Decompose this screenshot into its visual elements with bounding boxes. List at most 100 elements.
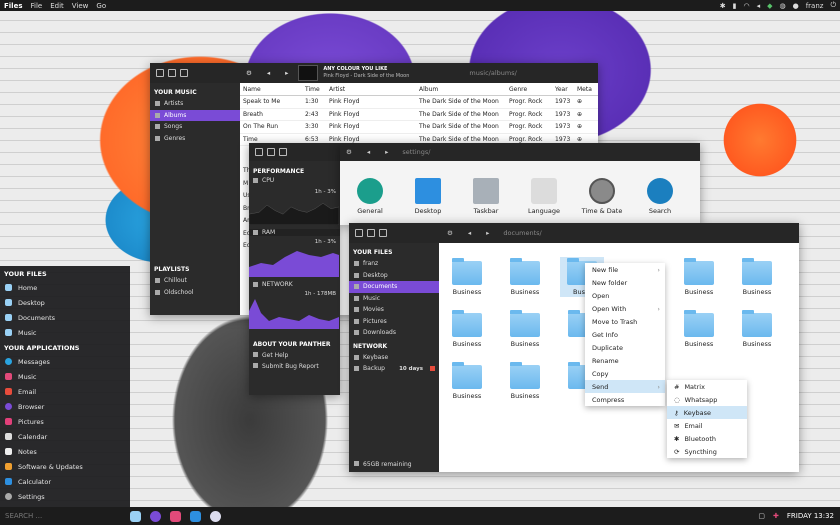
menu-get-info[interactable]: Get Info	[585, 328, 665, 341]
menu-item-software[interactable]: Software & Updates	[0, 459, 130, 474]
maximize-icon[interactable]	[379, 229, 387, 237]
settings-language[interactable]: Language	[516, 178, 572, 215]
browser-taskbar-icon[interactable]	[150, 510, 161, 522]
monitor-taskbar-icon[interactable]	[190, 510, 201, 522]
maximize-icon[interactable]	[180, 69, 188, 77]
sidebar-item-documents[interactable]: Documents	[349, 281, 439, 293]
menu-item-music[interactable]: Music	[0, 325, 130, 340]
sidebar-item-franz[interactable]: franz	[349, 258, 439, 270]
back-icon[interactable]: ◂	[367, 148, 370, 156]
col-time[interactable]: Time	[302, 83, 326, 96]
sidebar-item-songs[interactable]: Songs	[150, 121, 240, 133]
settings-gear-icon[interactable]: ⚙	[246, 69, 252, 77]
flag-icon[interactable]: ✚	[773, 512, 779, 520]
minimize-icon[interactable]	[367, 229, 375, 237]
sidebar-item-music[interactable]: Music	[349, 293, 439, 305]
battery-icon[interactable]: ▮	[733, 2, 737, 10]
clock[interactable]: FRIDAY 13:32	[787, 512, 834, 520]
col-album[interactable]: Album	[416, 83, 506, 96]
settings-taskbar[interactable]: Taskbar	[458, 178, 514, 215]
menu-send[interactable]: Send ›	[585, 380, 665, 393]
forward-icon[interactable]: ▸	[486, 229, 489, 237]
col-genre[interactable]: Genre	[506, 83, 552, 96]
playlist-chillout[interactable]: Chillout	[150, 275, 240, 287]
menu-open[interactable]: Open	[585, 289, 665, 302]
table-row[interactable]: Breath 2:43 Pink Floyd The Dark Side of the…	[240, 108, 598, 121]
menu-item-calculator[interactable]: Calculator	[0, 474, 130, 489]
menu-item-notes[interactable]: Notes	[0, 444, 130, 459]
shield-icon[interactable]: ◆	[767, 2, 772, 10]
maximize-icon[interactable]	[279, 148, 287, 156]
notification-icon[interactable]: ◍	[779, 2, 785, 10]
menu-item-documents[interactable]: Documents	[0, 310, 130, 325]
col-year[interactable]: Year	[552, 83, 574, 96]
menu-item-music-app[interactable]: Music	[0, 369, 130, 384]
music-taskbar-icon[interactable]	[170, 510, 181, 522]
settings-desktop[interactable]: Desktop	[400, 178, 456, 215]
back-icon[interactable]: ◂	[267, 69, 270, 77]
send-syncthing[interactable]: ⟳ Syncthing	[667, 445, 747, 458]
send-keybase[interactable]: ⚷ Keybase	[667, 406, 747, 419]
folder-item[interactable]: Business	[681, 310, 717, 348]
notification-icon[interactable]: ▢	[758, 512, 765, 520]
close-icon[interactable]	[156, 69, 164, 77]
wifi-icon[interactable]: ◠	[743, 2, 749, 10]
send-bluetooth[interactable]: ✱ Bluetooth	[667, 432, 747, 445]
sidebar-item-downloads[interactable]: Downloads	[349, 327, 439, 339]
send-whatsapp[interactable]: ◌ Whatsapp	[667, 393, 747, 406]
menu-view[interactable]: View	[72, 2, 89, 10]
menu-open-with[interactable]: Open With ›	[585, 302, 665, 315]
sidebar-item-genres[interactable]: Genres	[150, 133, 240, 145]
send-matrix[interactable]: # Matrix	[667, 380, 747, 393]
menu-duplicate[interactable]: Duplicate	[585, 341, 665, 354]
sidebar-item-pictures[interactable]: Pictures	[349, 316, 439, 328]
sidebar-item-desktop[interactable]: Desktop	[349, 270, 439, 282]
settings-gear-icon[interactable]: ⚙	[447, 229, 453, 237]
settings-time-date[interactable]: Time & Date	[574, 178, 630, 215]
folder-item[interactable]: Business	[507, 310, 543, 348]
minimize-icon[interactable]	[267, 148, 275, 156]
settings-taskbar-icon[interactable]	[210, 510, 221, 522]
submit-bug-link[interactable]: Submit Bug Report	[249, 361, 340, 372]
folder-item[interactable]: Business	[507, 258, 543, 296]
sidebar-item-movies[interactable]: Movies	[349, 304, 439, 316]
menu-search-input[interactable]: SEARCH ...	[0, 512, 130, 520]
folder-item[interactable]: Business	[507, 362, 543, 400]
menu-item-settings[interactable]: Settings	[0, 489, 130, 504]
menu-move-to-trash[interactable]: Move to Trash	[585, 315, 665, 328]
menu-item-desktop[interactable]: Desktop	[0, 295, 130, 310]
menu-item-pictures[interactable]: Pictures	[0, 414, 130, 429]
col-meta[interactable]: Meta	[574, 83, 598, 96]
menu-compress[interactable]: Compress	[585, 393, 665, 406]
folder-item[interactable]: Business	[739, 310, 775, 348]
folder-item[interactable]: Business	[681, 258, 717, 296]
menu-item-email[interactable]: Email	[0, 384, 130, 399]
sidebar-item-backup[interactable]: Backup 10 days	[349, 363, 439, 375]
forward-icon[interactable]: ▸	[285, 69, 288, 77]
power-icon[interactable]: ⏻	[830, 1, 836, 10]
volume-icon[interactable]: ◂	[757, 2, 761, 10]
menu-edit[interactable]: Edit	[50, 2, 64, 10]
meta-icon[interactable]: ⊕	[574, 95, 598, 109]
back-icon[interactable]: ◂	[468, 229, 471, 237]
settings-general[interactable]: General	[342, 178, 398, 215]
menu-new-file[interactable]: New file ›	[585, 263, 665, 276]
sidebar-item-albums[interactable]: Albums	[150, 109, 240, 121]
sidebar-item-artists[interactable]: Artists	[150, 98, 240, 110]
get-help-link[interactable]: Get Help	[249, 350, 340, 361]
menu-item-home[interactable]: Home	[0, 280, 130, 295]
close-icon[interactable]	[355, 229, 363, 237]
menu-item-browser[interactable]: Browser	[0, 399, 130, 414]
menu-item-messages[interactable]: Messages	[0, 354, 130, 369]
menu-file[interactable]: File	[31, 2, 43, 10]
bluetooth-icon[interactable]: ✱	[720, 2, 726, 10]
col-name[interactable]: Name	[240, 83, 302, 96]
menu-copy[interactable]: Copy	[585, 367, 665, 380]
table-row[interactable]: Speak to Me 1:30 Pink Floyd The Dark Side o…	[240, 95, 598, 109]
folder-item[interactable]: Business	[449, 258, 485, 296]
menu-go[interactable]: Go	[96, 2, 106, 10]
table-row[interactable]: On The Run 3:30 Pink Floyd The Dark Side of…	[240, 120, 598, 134]
folder-item[interactable]: Business	[449, 310, 485, 348]
sidebar-item-keybase[interactable]: Keybase	[349, 352, 439, 364]
settings-gear-icon[interactable]: ⚙	[346, 148, 352, 156]
